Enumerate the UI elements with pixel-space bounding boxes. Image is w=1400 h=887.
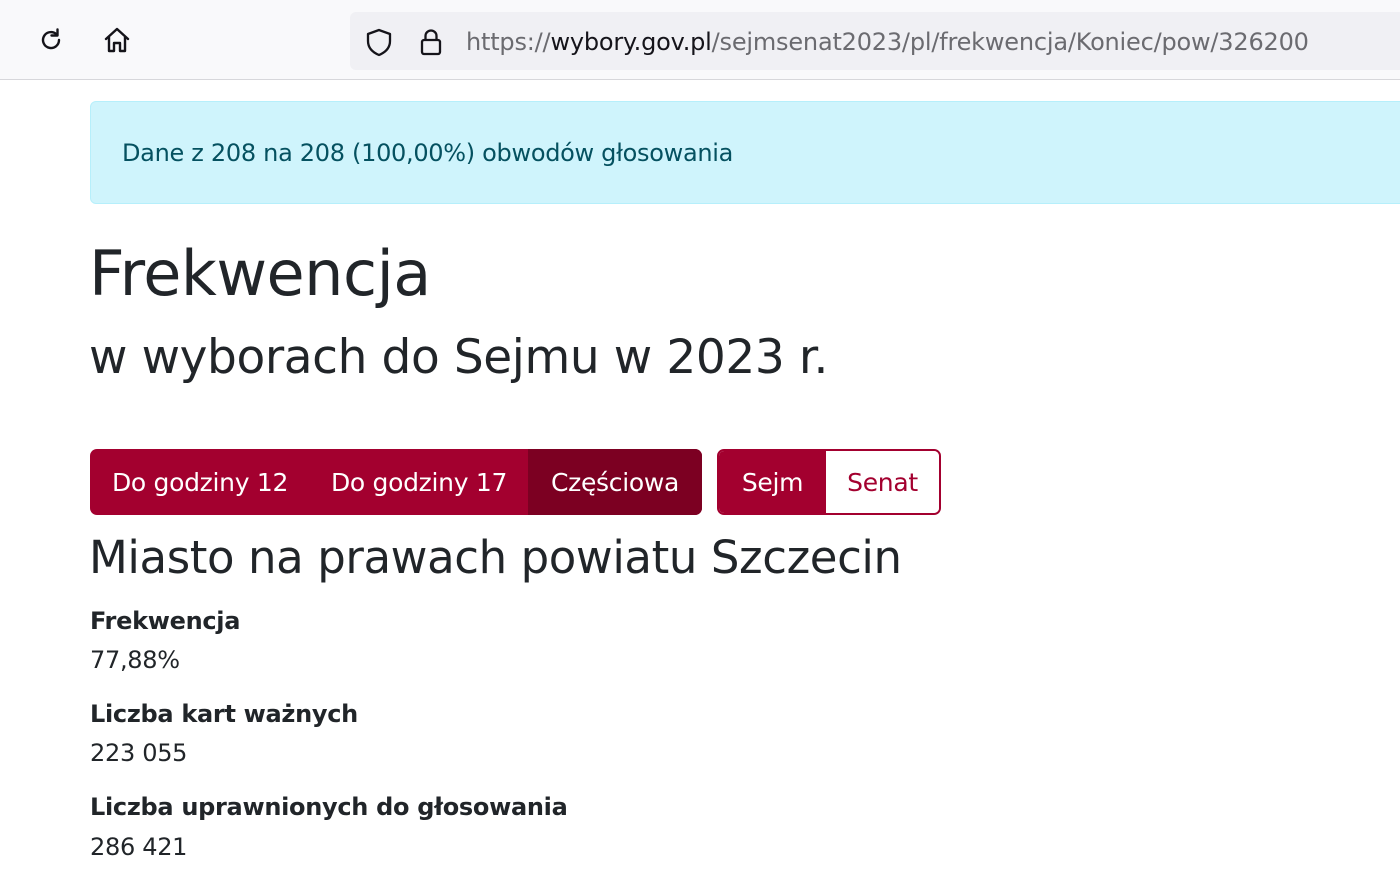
- filter-until-12-button[interactable]: Do godziny 12: [90, 449, 310, 515]
- valid-ballots-value: 223 055: [90, 739, 188, 767]
- chamber-filter-group: Sejm Senat: [717, 449, 941, 515]
- time-filter-group: Do godziny 12 Do godziny 17 Częściowa: [90, 449, 702, 515]
- url-path: /sejmsenat2023/pl/frekwencja/Koniec/pow/…: [711, 28, 1309, 56]
- lock-icon: [420, 29, 442, 56]
- senat-button[interactable]: Senat: [826, 451, 939, 513]
- home-icon: [104, 27, 130, 53]
- filter-until-17-button[interactable]: Do godziny 17: [310, 449, 528, 515]
- site-security-button[interactable]: [416, 27, 446, 57]
- address-bar[interactable]: https://wybory.gov.pl/sejmsenat2023/pl/f…: [350, 12, 1400, 70]
- valid-ballots-label: Liczba kart ważnych: [90, 700, 358, 728]
- reload-button[interactable]: [33, 22, 69, 58]
- url-domain: wybory.gov.pl: [550, 28, 712, 56]
- sejm-button[interactable]: Sejm: [719, 451, 826, 513]
- url-prefix: https://: [466, 28, 551, 56]
- turnout-label: Frekwencja: [90, 607, 241, 635]
- shield-icon: [366, 28, 392, 57]
- url-text[interactable]: https://wybory.gov.pl/sejmsenat2023/pl/f…: [466, 27, 1309, 57]
- tracking-protection-button[interactable]: [364, 27, 394, 57]
- eligible-voters-value: 286 421: [90, 833, 188, 861]
- home-button[interactable]: [99, 22, 135, 58]
- turnout-value: 77,88%: [90, 646, 180, 674]
- alert-text: Dane z 208 na 208 (100,00%) obwodów głos…: [122, 139, 734, 167]
- filter-partial-button[interactable]: Częściowa: [528, 449, 702, 515]
- browser-toolbar: https://wybory.gov.pl/sejmsenat2023/pl/f…: [0, 0, 1400, 80]
- reload-icon: [41, 28, 61, 50]
- region-title: Miasto na prawach powiatu Szczecin: [89, 531, 902, 584]
- page-subtitle: w wyborach do Sejmu w 2023 r.: [89, 330, 829, 385]
- eligible-voters-label: Liczba uprawnionych do głosowania: [90, 793, 568, 821]
- page-title: Frekwencja: [89, 237, 431, 310]
- data-coverage-alert: Dane z 208 na 208 (100,00%) obwodów głos…: [90, 101, 1400, 204]
